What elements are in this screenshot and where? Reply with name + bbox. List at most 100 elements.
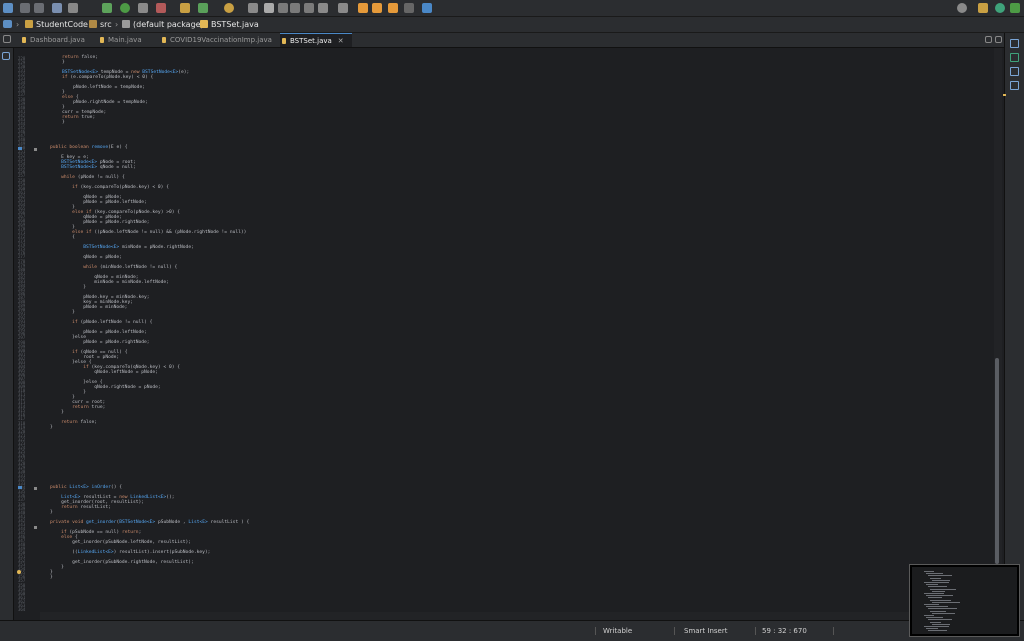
fold-marker[interactable]: [34, 487, 37, 490]
pen-icon[interactable]: [264, 3, 274, 13]
breadcrumb-folder-label: src: [100, 20, 112, 29]
navigator-icon[interactable]: [3, 20, 12, 28]
coverage-icon[interactable]: [138, 3, 148, 13]
skip-breakpoints-icon[interactable]: [68, 3, 78, 13]
pin-editor-icon[interactable]: [422, 3, 432, 13]
main-toolbar: [0, 0, 1024, 17]
search-icon[interactable]: [224, 3, 234, 13]
minimap-line: [928, 619, 952, 621]
status-insert-mode[interactable]: Smart Insert: [684, 621, 727, 641]
minimap-line: [928, 575, 952, 577]
toggle-mark-icon[interactable]: [278, 3, 288, 13]
minimap-line: [926, 606, 948, 608]
minimap-line: [930, 588, 956, 590]
minimap-line: [926, 595, 953, 597]
minimap-line: [924, 582, 949, 583]
java-perspective-icon[interactable]: [995, 3, 1005, 13]
minimap-line: [926, 584, 938, 586]
outline-view-icon[interactable]: [1010, 39, 1019, 48]
breadcrumb-separator: ›: [193, 20, 197, 29]
code-editor[interactable]: return false; } BSTSetNode<E> tempNode =…: [40, 48, 995, 612]
breadcrumb-file-label: BSTSet.java: [211, 20, 259, 29]
minimap-line: [924, 571, 934, 572]
terminal-icon[interactable]: [52, 3, 62, 13]
fold-marker[interactable]: [34, 526, 37, 529]
annotation-next-icon[interactable]: [318, 3, 328, 13]
run-icon[interactable]: [120, 3, 130, 13]
vertical-scrollbar-thumb[interactable]: [995, 358, 999, 564]
minimap-line: [928, 597, 942, 599]
minimap-line: [924, 626, 949, 627]
minimap-line: [924, 615, 934, 616]
breadcrumb: › StudentCode › src › (default package) …: [0, 17, 1024, 33]
debug-icon[interactable]: [102, 3, 112, 13]
annotation-prev-icon[interactable]: [338, 3, 348, 13]
forward-icon[interactable]: [372, 3, 382, 13]
minimap-line: [930, 610, 946, 612]
override-marker: [18, 147, 22, 150]
minimap-line: [928, 608, 957, 610]
java-file-icon: [100, 37, 104, 43]
tab-bstset[interactable]: BSTSet.java ✕: [280, 33, 352, 47]
right-trim-bar: [1004, 33, 1024, 620]
horizontal-scrollbar[interactable]: [40, 612, 995, 620]
minimap-line: [924, 593, 944, 594]
breadcrumb-project[interactable]: StudentCode: [25, 17, 88, 32]
show-whitespace-icon[interactable]: [304, 3, 314, 13]
breadcrumb-package[interactable]: (default package): [122, 17, 204, 32]
minimize-view-icon[interactable]: [3, 35, 11, 43]
minimap-preview[interactable]: [910, 565, 1019, 636]
minimap-line: [930, 599, 951, 601]
minimap-line: [932, 601, 960, 603]
project-icon: [25, 20, 33, 28]
problems-icon[interactable]: [1010, 53, 1019, 62]
navigate-back-icon[interactable]: [404, 3, 414, 13]
code-block: public boolean remove(E e) { E key = e; …: [50, 145, 247, 430]
quick-access-icon[interactable]: [957, 3, 967, 13]
java-file-icon: [282, 38, 286, 44]
task-list-icon[interactable]: [1010, 67, 1019, 76]
tab-dashboard[interactable]: Dashboard.java: [20, 33, 85, 47]
new-java-project-icon[interactable]: [180, 3, 190, 13]
minimap-line: [928, 630, 947, 632]
status-separator: [595, 627, 596, 635]
tab-label: Dashboard.java: [30, 36, 85, 44]
java-file-icon: [162, 37, 166, 43]
minimap-line: [932, 590, 945, 592]
new-file-icon[interactable]: [3, 3, 13, 13]
minimap-line: [932, 612, 955, 614]
breakpoint-marker[interactable]: [17, 570, 21, 574]
last-edit-icon[interactable]: [388, 3, 398, 13]
minimap-line: [926, 573, 943, 575]
block-selection-icon[interactable]: [290, 3, 300, 13]
minimap-line: [924, 604, 939, 605]
status-write-mode: Writable: [603, 627, 633, 635]
code-block: return false; } BSTSetNode<E> tempNode =…: [62, 55, 190, 125]
tab-main[interactable]: Main.java: [98, 33, 142, 47]
java-file-icon: [22, 37, 26, 43]
console-icon[interactable]: [1010, 81, 1019, 90]
minimap-line: [926, 617, 943, 619]
save-icon[interactable]: [20, 3, 30, 13]
back-icon[interactable]: [358, 3, 368, 13]
debug-perspective-icon[interactable]: [1010, 3, 1020, 13]
line-number: 364: [18, 606, 26, 612]
minimap-line: [928, 586, 947, 588]
fold-marker[interactable]: [34, 148, 37, 151]
breadcrumb-project-label: StudentCode: [36, 20, 88, 29]
new-class-icon[interactable]: [198, 3, 208, 13]
close-icon[interactable]: ✕: [338, 37, 344, 45]
minimap-line: [932, 623, 950, 625]
breadcrumb-file[interactable]: BSTSet.java: [200, 17, 259, 32]
warning-marker[interactable]: [1003, 94, 1006, 96]
tab-covid19[interactable]: COVID19VaccinationImp.java: [160, 33, 272, 47]
maximize-view-icon[interactable]: [995, 36, 1002, 43]
perspective-icon[interactable]: [978, 3, 988, 13]
breadcrumb-folder[interactable]: src: [89, 17, 112, 32]
open-type-icon[interactable]: [248, 3, 258, 13]
save-all-icon[interactable]: [34, 3, 44, 13]
breadcrumb-separator: ›: [82, 20, 86, 29]
external-tools-icon[interactable]: [156, 3, 166, 13]
restore-icon[interactable]: [2, 52, 10, 60]
restore-view-icon[interactable]: [985, 36, 992, 43]
